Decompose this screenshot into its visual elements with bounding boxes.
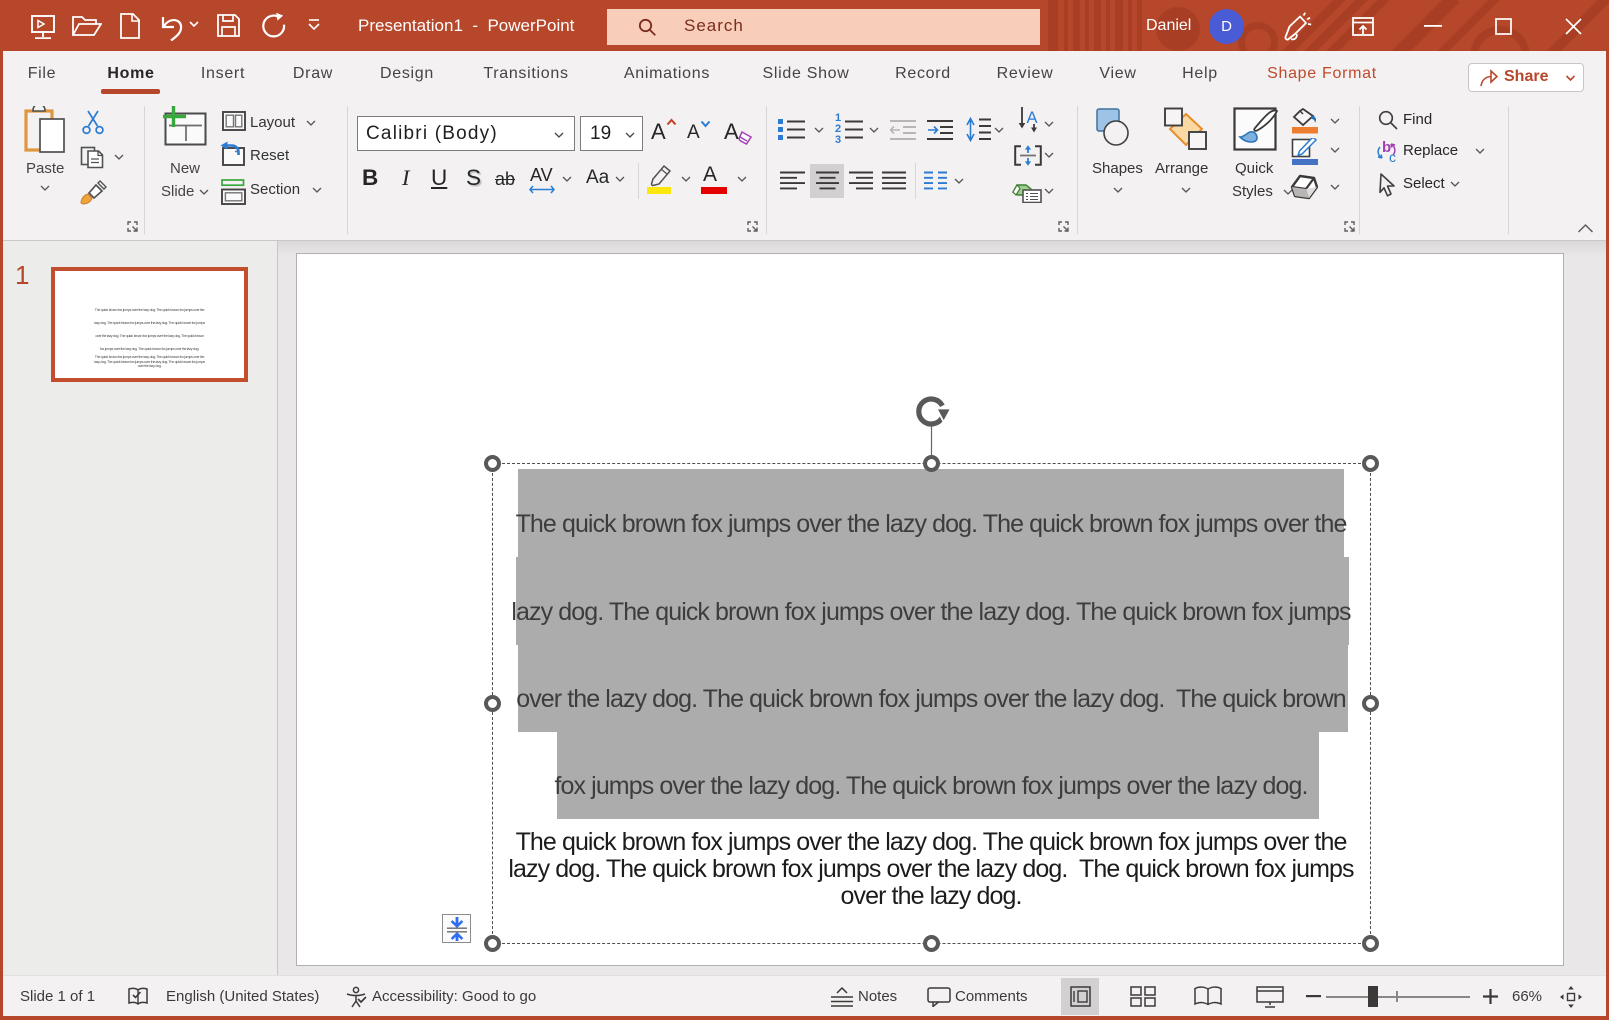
svg-text:A: A: [1027, 109, 1038, 127]
